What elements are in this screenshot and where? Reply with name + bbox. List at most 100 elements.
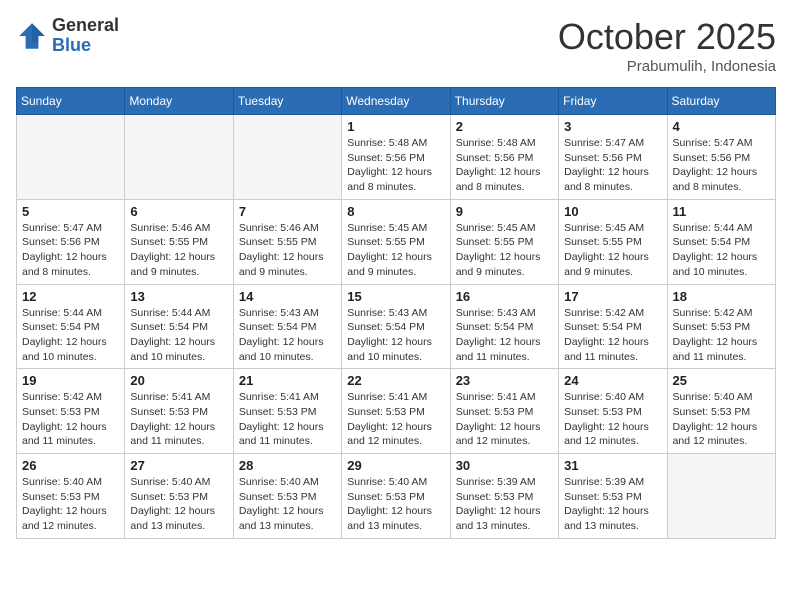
day-info: Sunrise: 5:39 AM Sunset: 5:53 PM Dayligh… (456, 475, 553, 534)
day-number: 6 (130, 204, 227, 219)
calendar-cell: 30Sunrise: 5:39 AM Sunset: 5:53 PM Dayli… (450, 454, 558, 539)
calendar-cell: 17 Sunrise: 5:42 AM Sunset: 5:54 PM Dayli… (559, 284, 667, 369)
day-info: Sunrise: 5:46 AM Sunset: 5:55 PM Dayligh… (239, 221, 336, 280)
calendar-cell: 13 Sunrise: 5:44 AM Sunset: 5:54 PM Dayli… (125, 284, 233, 369)
calendar-cell: 16Sunrise: 5:43 AM Sunset: 5:54 PM Dayli… (450, 284, 558, 369)
day-info: Sunrise: 5:44 AM Sunset: 5:54 PM Dayligh… (22, 306, 119, 365)
day-number: 2 (456, 119, 553, 134)
location: Prabumulih, Indonesia (558, 58, 776, 75)
calendar-week-row: 12Sunrise: 5:44 AM Sunset: 5:54 PM Dayli… (17, 284, 776, 369)
day-info: Sunrise: 5:41 AM Sunset: 5:53 PM Dayligh… (239, 390, 336, 449)
day-info: Sunrise: 5:40 AM Sunset: 5:53 PM Dayligh… (347, 475, 444, 534)
day-number: 8 (347, 204, 444, 219)
day-info: Sunrise: 5:47 AM Sunset: 5:56 PM Dayligh… (22, 221, 119, 280)
calendar-cell: 20Sunrise: 5:41 AM Sunset: 5:53 PM Dayli… (125, 369, 233, 454)
day-info: Sunrise: 5:48 AM Sunset: 5:56 PM Dayligh… (456, 136, 553, 195)
day-number: 28 (239, 458, 336, 473)
day-info: Sunrise: 5:41 AM Sunset: 5:53 PM Dayligh… (130, 390, 227, 449)
calendar-cell: 18 Sunrise: 5:42 AM Sunset: 5:53 PM Dayli… (667, 284, 775, 369)
day-number: 17 (564, 289, 661, 304)
calendar-cell: 15 Sunrise: 5:43 AM Sunset: 5:54 PM Dayli… (342, 284, 450, 369)
day-info: Sunrise: 5:40 AM Sunset: 5:53 PM Dayligh… (239, 475, 336, 534)
calendar-cell: 28 Sunrise: 5:40 AM Sunset: 5:53 PM Dayli… (233, 454, 341, 539)
day-info: Sunrise: 5:44 AM Sunset: 5:54 PM Dayligh… (130, 306, 227, 365)
day-info: Sunrise: 5:43 AM Sunset: 5:54 PM Dayligh… (347, 306, 444, 365)
calendar-week-row: 26 Sunrise: 5:40 AM Sunset: 5:53 PM Dayli… (17, 454, 776, 539)
calendar-cell: 26 Sunrise: 5:40 AM Sunset: 5:53 PM Dayli… (17, 454, 125, 539)
day-number: 14 (239, 289, 336, 304)
calendar-cell: 29 Sunrise: 5:40 AM Sunset: 5:53 PM Dayli… (342, 454, 450, 539)
calendar-cell: 14Sunrise: 5:43 AM Sunset: 5:54 PM Dayli… (233, 284, 341, 369)
day-number: 26 (22, 458, 119, 473)
weekday-header: Sunday (17, 88, 125, 115)
calendar-cell: 12Sunrise: 5:44 AM Sunset: 5:54 PM Dayli… (17, 284, 125, 369)
day-number: 29 (347, 458, 444, 473)
weekday-header-row: SundayMondayTuesdayWednesdayThursdayFrid… (17, 88, 776, 115)
calendar-cell: 31Sunrise: 5:39 AM Sunset: 5:53 PM Dayli… (559, 454, 667, 539)
day-info: Sunrise: 5:46 AM Sunset: 5:55 PM Dayligh… (130, 221, 227, 280)
day-number: 13 (130, 289, 227, 304)
day-info: Sunrise: 5:40 AM Sunset: 5:53 PM Dayligh… (22, 475, 119, 534)
calendar-cell: 22Sunrise: 5:41 AM Sunset: 5:53 PM Dayli… (342, 369, 450, 454)
day-number: 15 (347, 289, 444, 304)
logo-icon (16, 20, 48, 52)
calendar-cell: 2 Sunrise: 5:48 AM Sunset: 5:56 PM Daylig… (450, 115, 558, 200)
day-info: Sunrise: 5:39 AM Sunset: 5:53 PM Dayligh… (564, 475, 661, 534)
day-info: Sunrise: 5:48 AM Sunset: 5:56 PM Dayligh… (347, 136, 444, 195)
day-info: Sunrise: 5:41 AM Sunset: 5:53 PM Dayligh… (347, 390, 444, 449)
day-number: 21 (239, 373, 336, 388)
day-info: Sunrise: 5:40 AM Sunset: 5:53 PM Dayligh… (130, 475, 227, 534)
page-header: General Blue October 2025 Prabumulih, In… (16, 16, 776, 75)
calendar-cell: 21 Sunrise: 5:41 AM Sunset: 5:53 PM Dayli… (233, 369, 341, 454)
day-info: Sunrise: 5:45 AM Sunset: 5:55 PM Dayligh… (564, 221, 661, 280)
day-number: 25 (673, 373, 770, 388)
day-info: Sunrise: 5:44 AM Sunset: 5:54 PM Dayligh… (673, 221, 770, 280)
day-number: 5 (22, 204, 119, 219)
calendar-cell: 6 Sunrise: 5:46 AM Sunset: 5:55 PM Daylig… (125, 199, 233, 284)
calendar-cell: 1 Sunrise: 5:48 AM Sunset: 5:56 PM Daylig… (342, 115, 450, 200)
day-number: 11 (673, 204, 770, 219)
day-number: 7 (239, 204, 336, 219)
calendar-cell: 25 Sunrise: 5:40 AM Sunset: 5:53 PM Dayli… (667, 369, 775, 454)
logo-blue-text: Blue (52, 36, 119, 56)
calendar-cell (125, 115, 233, 200)
logo: General Blue (16, 16, 119, 56)
calendar-cell: 9Sunrise: 5:45 AM Sunset: 5:55 PM Daylig… (450, 199, 558, 284)
calendar-cell: 10 Sunrise: 5:45 AM Sunset: 5:55 PM Dayli… (559, 199, 667, 284)
day-info: Sunrise: 5:43 AM Sunset: 5:54 PM Dayligh… (456, 306, 553, 365)
calendar-week-row: 5 Sunrise: 5:47 AM Sunset: 5:56 PM Daylig… (17, 199, 776, 284)
day-number: 23 (456, 373, 553, 388)
calendar-cell: 3Sunrise: 5:47 AM Sunset: 5:56 PM Daylig… (559, 115, 667, 200)
calendar-cell: 7 Sunrise: 5:46 AM Sunset: 5:55 PM Daylig… (233, 199, 341, 284)
calendar-cell: 11 Sunrise: 5:44 AM Sunset: 5:54 PM Dayli… (667, 199, 775, 284)
calendar-week-row: 19Sunrise: 5:42 AM Sunset: 5:53 PM Dayli… (17, 369, 776, 454)
day-number: 18 (673, 289, 770, 304)
day-info: Sunrise: 5:42 AM Sunset: 5:53 PM Dayligh… (673, 306, 770, 365)
calendar-cell (233, 115, 341, 200)
calendar-cell: 23Sunrise: 5:41 AM Sunset: 5:53 PM Dayli… (450, 369, 558, 454)
calendar-cell: 19Sunrise: 5:42 AM Sunset: 5:53 PM Dayli… (17, 369, 125, 454)
calendar-cell (17, 115, 125, 200)
day-info: Sunrise: 5:42 AM Sunset: 5:54 PM Dayligh… (564, 306, 661, 365)
day-number: 3 (564, 119, 661, 134)
calendar-cell: 4 Sunrise: 5:47 AM Sunset: 5:56 PM Daylig… (667, 115, 775, 200)
weekday-header: Friday (559, 88, 667, 115)
day-number: 1 (347, 119, 444, 134)
weekday-header: Wednesday (342, 88, 450, 115)
calendar-cell: 24Sunrise: 5:40 AM Sunset: 5:53 PM Dayli… (559, 369, 667, 454)
day-number: 4 (673, 119, 770, 134)
day-info: Sunrise: 5:40 AM Sunset: 5:53 PM Dayligh… (673, 390, 770, 449)
month-title: October 2025 (558, 16, 776, 58)
logo-general-text: General (52, 16, 119, 36)
calendar-cell: 27Sunrise: 5:40 AM Sunset: 5:53 PM Dayli… (125, 454, 233, 539)
day-info: Sunrise: 5:47 AM Sunset: 5:56 PM Dayligh… (673, 136, 770, 195)
day-number: 10 (564, 204, 661, 219)
day-info: Sunrise: 5:45 AM Sunset: 5:55 PM Dayligh… (456, 221, 553, 280)
weekday-header: Monday (125, 88, 233, 115)
calendar-cell (667, 454, 775, 539)
day-info: Sunrise: 5:42 AM Sunset: 5:53 PM Dayligh… (22, 390, 119, 449)
day-info: Sunrise: 5:40 AM Sunset: 5:53 PM Dayligh… (564, 390, 661, 449)
weekday-header: Thursday (450, 88, 558, 115)
calendar-cell: 5 Sunrise: 5:47 AM Sunset: 5:56 PM Daylig… (17, 199, 125, 284)
calendar-week-row: 1 Sunrise: 5:48 AM Sunset: 5:56 PM Daylig… (17, 115, 776, 200)
